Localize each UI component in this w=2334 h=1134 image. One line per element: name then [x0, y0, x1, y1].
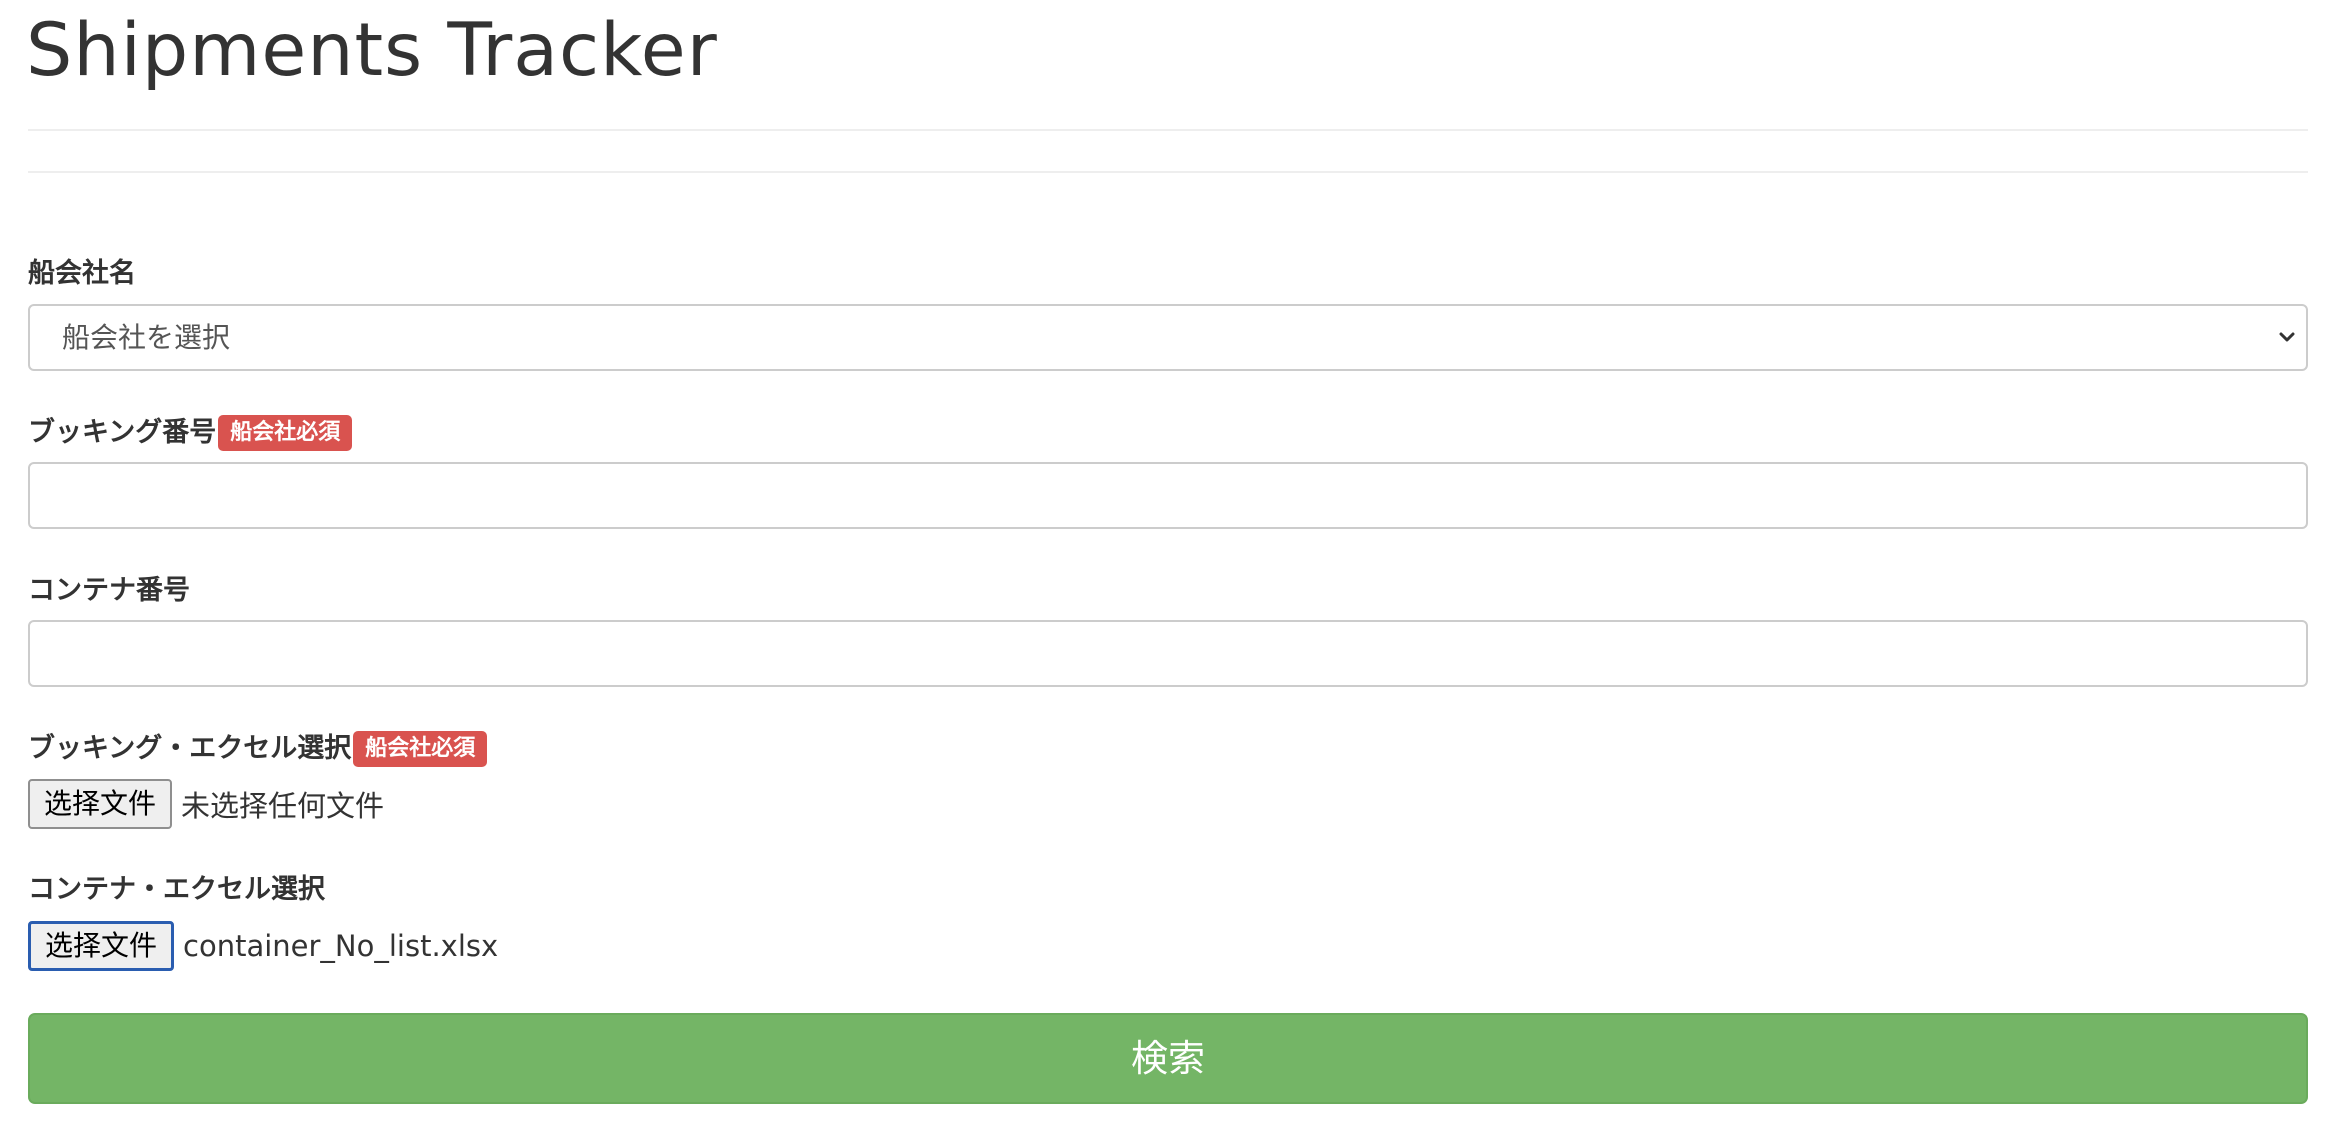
booking-number-input[interactable]: [28, 462, 2308, 529]
container-excel-label: コンテナ・エクセル選択: [28, 870, 325, 910]
container-excel-choose-file-button[interactable]: 选择文件: [28, 921, 175, 971]
booking-number-label: ブッキング番号 船会社必須: [28, 413, 353, 453]
booking-excel-file-input: 选择文件 未选择任何文件: [28, 779, 384, 829]
container-number-label: コンテナ番号: [28, 571, 190, 611]
chevron-down-icon: [2279, 332, 2295, 342]
booking-excel-file-status: 未选择任何文件: [181, 789, 385, 823]
page-title: Shipments Tracker: [26, 8, 718, 93]
carrier-select[interactable]: 船会社を選択: [28, 304, 2308, 371]
carrier-label: 船会社名: [28, 254, 136, 294]
carrier-required-badge: 船会社必須: [218, 415, 353, 451]
container-excel-file-name: container_No_list.xlsx: [183, 929, 499, 963]
shipments-tracker-page: Shipments Tracker 船会社名 船会社を選択 ブッキング番号 船会…: [0, 0, 2334, 1134]
booking-excel-label-text: ブッキング・エクセル選択: [28, 733, 352, 764]
booking-number-label-text: ブッキング番号: [28, 417, 217, 448]
booking-excel-label: ブッキング・エクセル選択 船会社必須: [28, 729, 488, 769]
carrier-label-text: 船会社名: [28, 258, 136, 289]
container-number-input[interactable]: [28, 620, 2308, 687]
booking-excel-choose-file-button[interactable]: 选择文件: [28, 779, 173, 829]
header-divider: [28, 129, 2308, 131]
container-excel-label-text: コンテナ・エクセル選択: [28, 874, 325, 905]
search-button[interactable]: 検索: [28, 1013, 2308, 1104]
section-divider: [28, 171, 2308, 173]
carrier-required-badge: 船会社必須: [353, 731, 488, 767]
container-number-label-text: コンテナ番号: [28, 575, 190, 606]
container-excel-file-input: 选择文件 container_No_list.xlsx: [28, 921, 498, 971]
carrier-select-value: 船会社を選択: [62, 321, 231, 354]
